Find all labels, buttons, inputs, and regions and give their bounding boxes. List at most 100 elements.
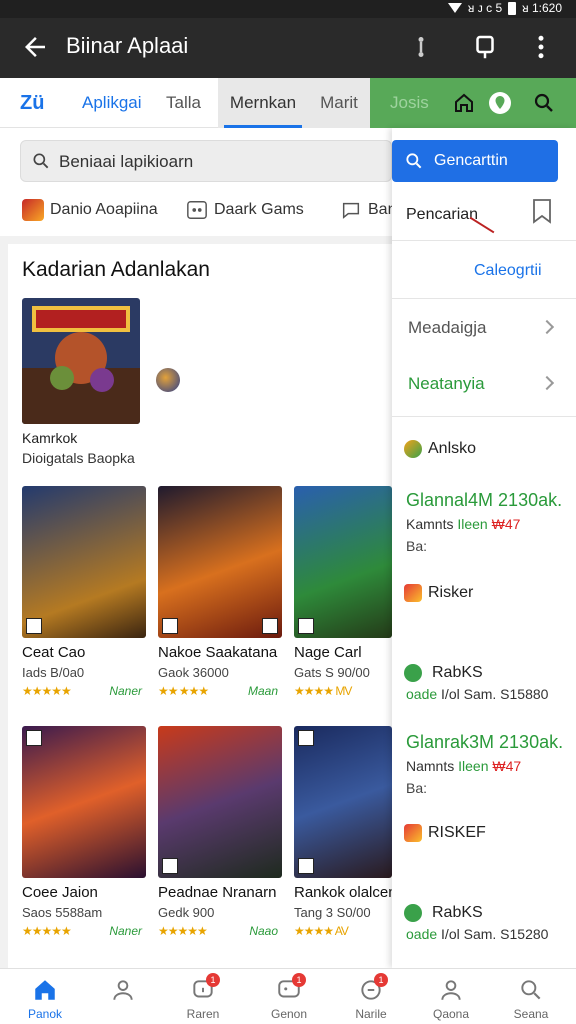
app-icon-green <box>404 904 428 922</box>
dropdown-item[interactable]: Meadaigja <box>408 318 486 338</box>
game-name: Ceat Cao <box>22 644 86 661</box>
game-art <box>22 726 146 878</box>
featured-game-name: Kamrkok <box>22 430 78 446</box>
dropdown-entry[interactable]: Anlsko <box>404 440 476 458</box>
game-rating: ★★ ★★★ Maan <box>158 684 278 698</box>
game-meta: Gedk 900 <box>158 905 215 920</box>
app-icon <box>404 904 422 922</box>
game-rating: ★★★★★ Naao <box>158 924 278 938</box>
dropdown-item[interactable]: Neatanyia <box>408 374 485 394</box>
bookmark-icon[interactable] <box>530 198 554 224</box>
home-icon <box>35 980 55 1000</box>
star-icon: ★★ ★★★ <box>158 684 209 698</box>
app-icon <box>404 584 422 602</box>
game-name: Rankok olalcen <box>294 884 397 901</box>
divider <box>392 298 576 299</box>
nav-item-search[interactable]: Seana <box>490 969 572 1024</box>
tab-mernkan-label: Mernkan <box>229 93 297 112</box>
promo-line: Namnts Ileen ₩47 <box>406 758 521 774</box>
search-input[interactable]: Beniaai lapikioarn <box>20 140 392 182</box>
rating-label: Naao <box>249 924 278 938</box>
status-carrier: ᴚ ᴊ ᴄ 5 <box>467 1 503 15</box>
featured-game-art[interactable] <box>22 298 140 424</box>
star-icon: ★★★★★ <box>22 684 72 698</box>
app-icon <box>404 440 422 458</box>
game-meta: Gaok 36000 <box>158 665 229 680</box>
arrow-left-icon[interactable] <box>20 32 50 62</box>
search-icon <box>33 153 49 169</box>
game-rating: ★★★★ MV <box>294 684 390 698</box>
badge-icon <box>262 618 278 634</box>
app-icon-green <box>404 664 428 682</box>
price-text: I/ol Sam. S15280 <box>441 926 549 942</box>
share-icon[interactable] <box>406 32 436 62</box>
notification-badge: 1 <box>206 973 220 987</box>
promo-extra: Ba: <box>406 780 428 796</box>
price-line: oade I/ol Sam. S15280 <box>406 926 548 942</box>
game-card[interactable]: Nakoe Saakatana Gaok 36000 ★★ ★★★ Maan <box>158 486 282 698</box>
more-vert-icon[interactable] <box>526 32 556 62</box>
cast-icon[interactable] <box>470 32 500 62</box>
tab-talla[interactable]: Talla <box>166 78 201 128</box>
game-art <box>294 486 392 638</box>
search-placeholder: Beniaai lapikioarn <box>59 152 194 171</box>
game-name: Nage Carl <box>294 644 362 661</box>
main-content: Kadarian Adanlakan Kamrkok Dioigatals Ba… <box>8 244 397 968</box>
game-meta: Iads B/0a0 <box>22 665 85 680</box>
tab-josis[interactable]: Josis <box>390 78 429 128</box>
nav-label: Panok <box>27 1007 63 1021</box>
nav-item-home[interactable]: Panok <box>4 969 86 1024</box>
tab-logo[interactable]: Zü <box>20 78 44 128</box>
app-bar: Biinar Aplaai <box>0 18 576 78</box>
featured-art-image <box>22 298 140 424</box>
section-title: Kadarian Adanlakan <box>22 258 210 281</box>
game-card[interactable]: Ceat Cao Iads B/0a0 ★★★★★ Naner <box>22 486 146 698</box>
nav-item-raren[interactable]: 1 Raren <box>162 969 244 1024</box>
badge-icon <box>298 730 314 746</box>
notification-badge: 1 <box>292 973 306 987</box>
dropdown-heading: Pencarian <box>406 206 479 223</box>
badge-icon <box>162 618 178 634</box>
price-text: I/ol Sam. S15880 <box>441 686 549 702</box>
game-card[interactable]: Peadnae Nranarn Gedk 900 ★★★★★ Naao <box>158 726 282 938</box>
game-card[interactable]: Nage Carl Gats S 90/00 ★★★★ MV <box>294 486 392 698</box>
game-card[interactable]: Coee Jaion Saos 5588am ★★★★★ Naner <box>22 726 146 938</box>
price-title[interactable]: RabKS <box>432 904 483 922</box>
promo-text: Ileen <box>458 758 489 774</box>
dropdown-entry[interactable]: RISKEF <box>404 824 486 842</box>
star-icon: ★★★★ MV <box>294 684 352 698</box>
game-meta: Saos 5588am <box>22 905 103 920</box>
nav-item-genon[interactable]: 1 Genon <box>248 969 330 1024</box>
game-name: Nakoe Saakatana <box>158 644 278 661</box>
search-panel: Beniaai lapikioarn Danio Aoapiina Daark … <box>0 128 396 236</box>
tab-mernkan[interactable]: Mernkan <box>218 78 308 128</box>
search-icon[interactable] <box>532 91 556 115</box>
badge-icon <box>26 618 42 634</box>
search-button[interactable]: Gencarttin <box>392 140 558 182</box>
chip-danio[interactable]: Danio Aoapiina <box>22 196 158 224</box>
promo-title[interactable]: Glanrak3M 2130ak. <box>406 732 563 753</box>
person-icon <box>441 980 461 1000</box>
nav-item-narile[interactable]: 1 Narile <box>330 969 412 1024</box>
price-prefix: oade <box>406 686 438 702</box>
nav-item-qaona[interactable]: Qaona <box>410 969 492 1024</box>
nav-label: Genon <box>270 1007 308 1021</box>
badge-icon <box>162 858 178 874</box>
price-title[interactable]: RabKS <box>432 664 483 682</box>
home-icon[interactable] <box>452 91 476 115</box>
chip-dark-games[interactable]: Daark Gams <box>186 196 304 224</box>
dropdown-entry[interactable]: Risker <box>404 584 473 602</box>
game-name: Peadnae Nranarn <box>158 884 277 901</box>
badge-icon <box>298 618 314 634</box>
category-link[interactable]: Caleogrtii <box>474 262 542 280</box>
tab-marit[interactable]: Marit <box>308 78 370 128</box>
tab-apps[interactable]: Aplikgai <box>82 78 142 128</box>
chevron-right-icon <box>539 319 555 335</box>
rating-label: Maan <box>247 684 278 698</box>
nav-item-profile[interactable] <box>82 969 164 1024</box>
location-icon[interactable] <box>488 91 512 115</box>
promo-title[interactable]: Glannal4M 2130ak. <box>406 490 562 511</box>
gamepad-icon <box>187 201 207 219</box>
game-card[interactable]: Rankok olalcen Tang 3 S0/00 ★★★★ AV <box>294 726 397 938</box>
chip-ban[interactable]: Ban <box>340 196 396 224</box>
